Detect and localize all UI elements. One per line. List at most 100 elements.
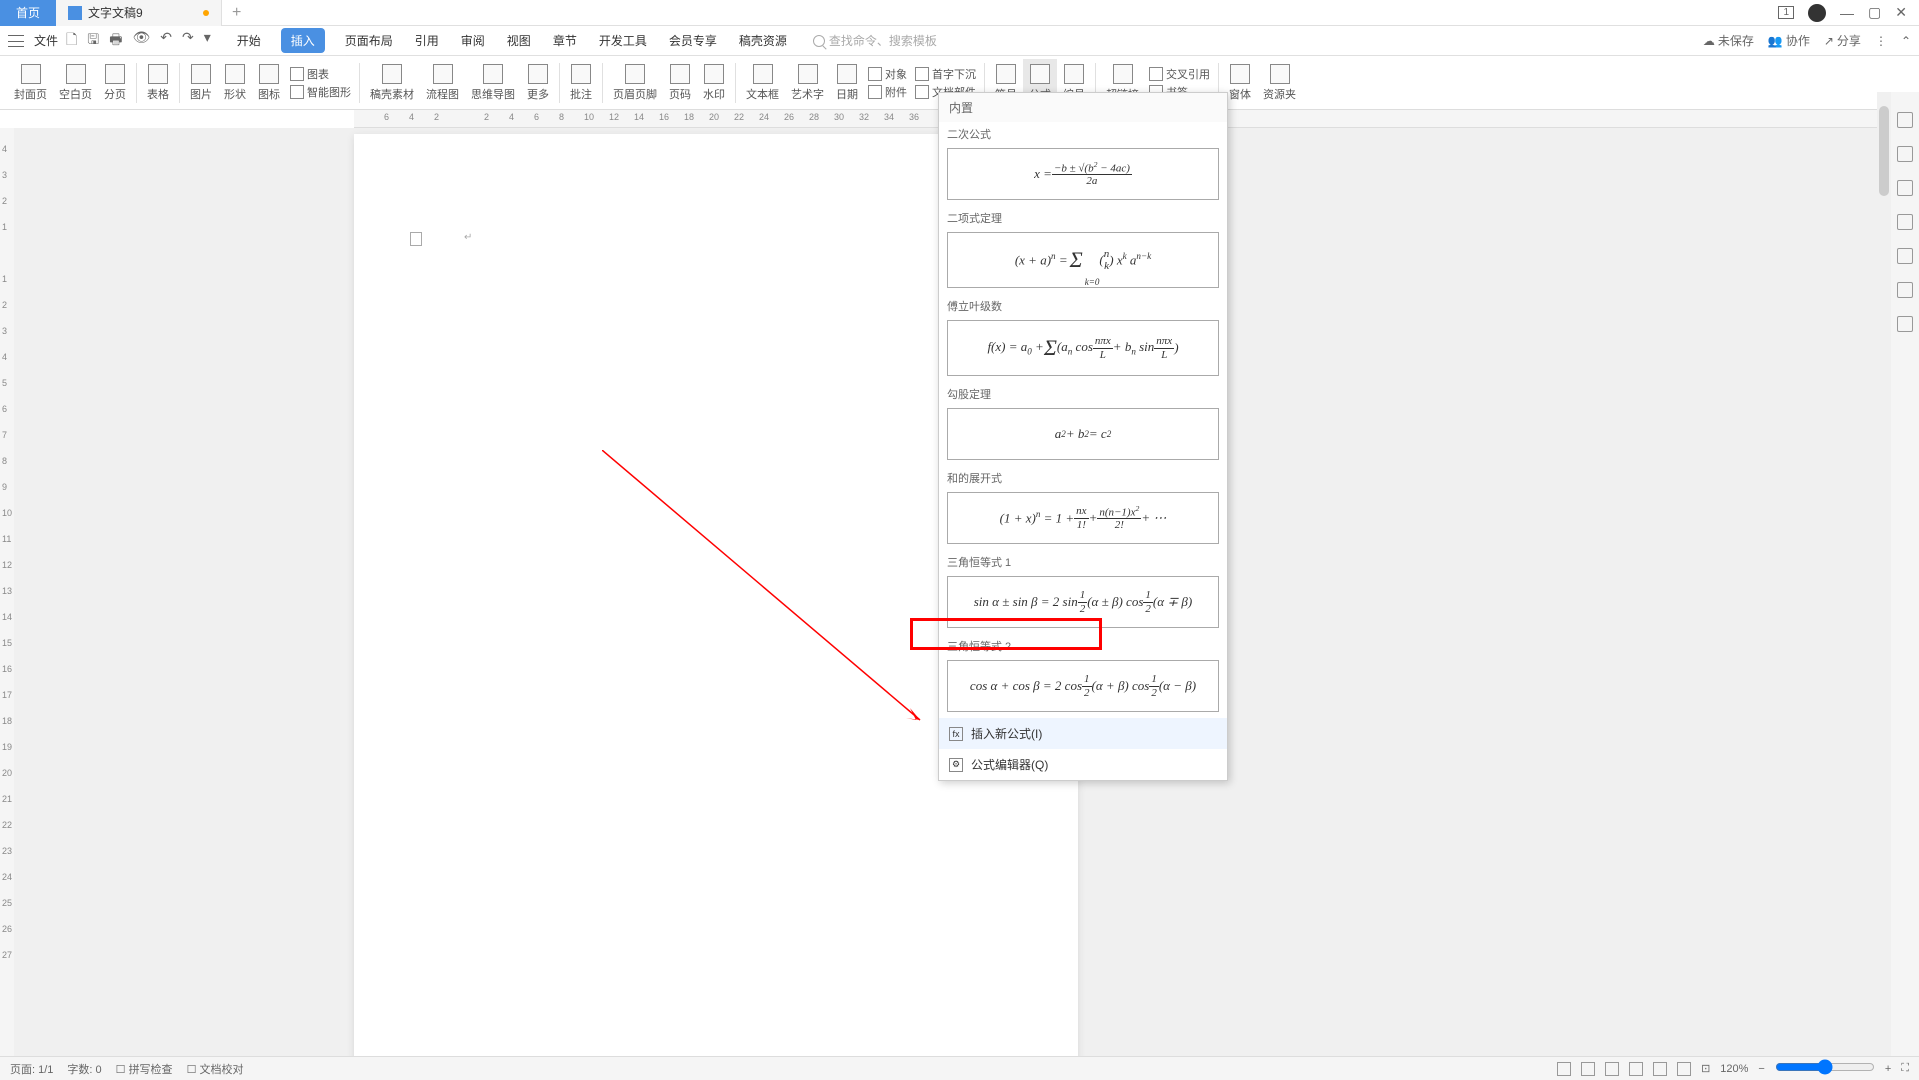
- scroll-thumb[interactable]: [1879, 106, 1889, 196]
- formula-editor[interactable]: ⚙ 公式编辑器(Q): [939, 749, 1227, 780]
- side-select-icon[interactable]: [1897, 180, 1913, 196]
- side-pen-icon[interactable]: [1897, 146, 1913, 162]
- print-icon[interactable]: 🖶: [109, 29, 122, 53]
- tab-dev[interactable]: 开发工具: [597, 28, 649, 53]
- comment-button[interactable]: 批注: [564, 59, 598, 107]
- eq-quadratic[interactable]: x = −b ± √(b2 − 4ac)2a: [947, 148, 1219, 200]
- insert-new-formula[interactable]: fx 插入新公式(I): [939, 718, 1227, 749]
- side-more-icon[interactable]: [1897, 316, 1913, 332]
- eq-label-quad: 二次公式: [939, 122, 1227, 146]
- search-icon: [813, 35, 825, 47]
- statusbar: 页面: 1/1 字数: 0 ☐ 拼写检查 ☐ 文档校对 ⊡ 120% − + ⛶: [0, 1056, 1919, 1080]
- chart-button[interactable]: 图表: [290, 66, 351, 82]
- redo-icon[interactable]: ↷: [182, 29, 194, 53]
- doc-proof[interactable]: ☐ 文档校对: [187, 1061, 244, 1077]
- tab-add[interactable]: +: [222, 0, 252, 26]
- tab-res[interactable]: 稿壳资源: [737, 28, 789, 53]
- side-settings-icon[interactable]: [1897, 214, 1913, 230]
- pagenum-button[interactable]: 页码: [663, 59, 697, 107]
- view-read-icon[interactable]: [1629, 1062, 1643, 1076]
- dropcap-button[interactable]: 首字下沉: [915, 66, 976, 82]
- coop-button[interactable]: 👥 协作: [1768, 32, 1810, 49]
- maximize-icon[interactable]: ▢: [1868, 4, 1881, 21]
- view-web-icon[interactable]: [1653, 1062, 1667, 1076]
- share-button[interactable]: ↗ 分享: [1824, 32, 1861, 49]
- view-outline-icon[interactable]: [1605, 1062, 1619, 1076]
- zoom-level[interactable]: 120%: [1720, 1063, 1748, 1075]
- kit-button[interactable]: 窗体: [1223, 59, 1257, 107]
- dropdown-icon[interactable]: ▾: [204, 29, 211, 53]
- eq-trig2[interactable]: cos α + cos β = 2 cos12(α + β) cos12(α −…: [947, 660, 1219, 712]
- tab-ref[interactable]: 引用: [413, 28, 441, 53]
- word-count[interactable]: 字数: 0: [67, 1061, 101, 1077]
- new-icon[interactable]: 🗋: [66, 29, 77, 53]
- minimize-icon[interactable]: —: [1840, 5, 1854, 21]
- crossref-button[interactable]: 交叉引用: [1149, 66, 1210, 82]
- zoom-slider[interactable]: [1775, 1059, 1875, 1075]
- avatar[interactable]: [1808, 4, 1826, 22]
- wordart-button[interactable]: 艺术字: [785, 59, 830, 107]
- eq-expansion[interactable]: (1 + x)n = 1 + nx1! + n(n−1)x22! + ⋯: [947, 492, 1219, 544]
- right-sidebar: [1891, 92, 1919, 1056]
- view-page-icon[interactable]: [1581, 1062, 1595, 1076]
- undo-icon[interactable]: ↶: [160, 29, 172, 53]
- material-button[interactable]: 稿壳素材: [364, 59, 420, 107]
- tab-section[interactable]: 章节: [551, 28, 579, 53]
- tab-document[interactable]: 文字文稿9: [56, 0, 222, 26]
- page-status[interactable]: 页面: 1/1: [10, 1061, 53, 1077]
- object-button[interactable]: 对象: [868, 66, 907, 82]
- file-menu[interactable]: 文件: [34, 32, 58, 49]
- doc-icon: [68, 6, 82, 20]
- eq-pythagoras[interactable]: a2 + b2 = c2: [947, 408, 1219, 460]
- eq-trig1[interactable]: sin α ± sin β = 2 sin12(α ± β) cos12(α ∓…: [947, 576, 1219, 628]
- unsaved-status[interactable]: ☁ 未保存: [1703, 32, 1754, 49]
- watermark-button[interactable]: 水印: [697, 59, 731, 107]
- shape-button[interactable]: 形状: [218, 59, 252, 107]
- zoom-fit-icon[interactable]: ⊡: [1701, 1062, 1710, 1075]
- side-tool-icon[interactable]: [1897, 282, 1913, 298]
- smart-button[interactable]: 智能图形: [290, 84, 351, 100]
- blank-button[interactable]: 空白页: [53, 59, 98, 107]
- break-button[interactable]: 分页: [98, 59, 132, 107]
- spell-check[interactable]: ☐ 拼写检查: [116, 1061, 173, 1077]
- vertical-scrollbar[interactable]: [1877, 92, 1891, 1056]
- tab-insert[interactable]: 插入: [281, 28, 325, 53]
- tab-start[interactable]: 开始: [235, 28, 263, 53]
- mind-button[interactable]: 思维导图: [465, 59, 521, 107]
- view-eye-icon[interactable]: [1557, 1062, 1571, 1076]
- notif-badge[interactable]: 1: [1778, 6, 1794, 19]
- resource-button[interactable]: 资源夹: [1257, 59, 1302, 107]
- fullscreen-icon[interactable]: ⛶: [1901, 1062, 1909, 1075]
- close-icon[interactable]: ✕: [1895, 4, 1907, 21]
- eq-binomial[interactable]: (x + a)n = Σk=0(nk) xk an−k: [947, 232, 1219, 288]
- cover-button[interactable]: 封面页: [8, 59, 53, 107]
- header-button[interactable]: 页眉页脚: [607, 59, 663, 107]
- collapse-icon[interactable]: ⌃: [1901, 34, 1911, 48]
- pic-button[interactable]: 图片: [184, 59, 218, 107]
- tab-home[interactable]: 首页: [0, 0, 56, 26]
- menubar: 文件 🗋 🖫 🖶 👁 ↶ ↷ ▾ 开始 插入 页面布局 引用 审阅 视图 章节 …: [0, 26, 1919, 56]
- more-button[interactable]: 更多: [521, 59, 555, 107]
- vertical-ruler[interactable]: 4321 1234 5678 9101112 13141516 17181920…: [0, 128, 14, 1056]
- preview-icon[interactable]: 👁: [132, 29, 150, 53]
- tab-vip[interactable]: 会员专享: [667, 28, 719, 53]
- icon-button[interactable]: 图标: [252, 59, 286, 107]
- flow-button[interactable]: 流程图: [420, 59, 465, 107]
- zoom-out[interactable]: −: [1758, 1063, 1764, 1075]
- view-focus-icon[interactable]: [1677, 1062, 1691, 1076]
- save-icon[interactable]: 🖫: [87, 29, 99, 53]
- attach-button[interactable]: 附件: [868, 84, 907, 100]
- side-help-icon[interactable]: [1897, 248, 1913, 264]
- table-button[interactable]: 表格: [141, 59, 175, 107]
- date-button[interactable]: 日期: [830, 59, 864, 107]
- more-icon[interactable]: ⋮: [1875, 34, 1887, 48]
- tab-layout[interactable]: 页面布局: [343, 28, 395, 53]
- zoom-in[interactable]: +: [1885, 1063, 1891, 1075]
- hamburger-icon[interactable]: [8, 35, 24, 47]
- side-palette-icon[interactable]: [1897, 112, 1913, 128]
- eq-fourier[interactable]: f(x) = a0 + Σ(an cosnπxL + bn sinnπxL): [947, 320, 1219, 376]
- tab-review[interactable]: 审阅: [459, 28, 487, 53]
- tab-view[interactable]: 视图: [505, 28, 533, 53]
- search-box[interactable]: 查找命令、搜索模板: [813, 32, 937, 49]
- textbox-button[interactable]: 文本框: [740, 59, 785, 107]
